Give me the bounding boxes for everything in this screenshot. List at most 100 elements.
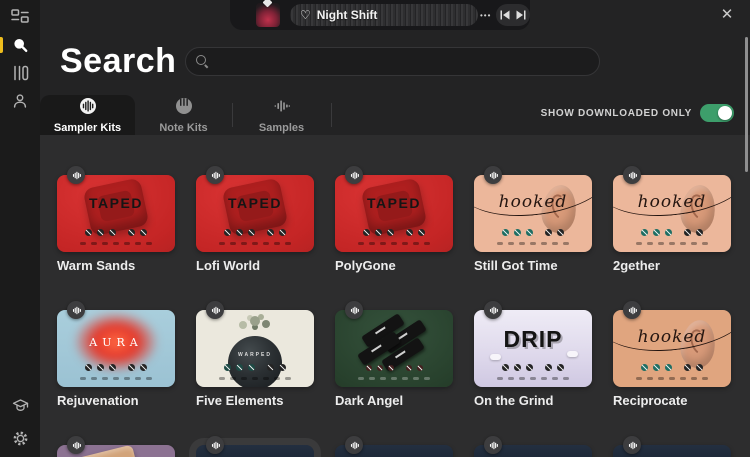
settings-gear-icon [12, 430, 29, 447]
sampler-kit-badge-icon [345, 436, 363, 454]
sidebar-item-library[interactable] [0, 59, 40, 87]
search-bar [185, 47, 600, 76]
artwork-text: TAPED [196, 195, 314, 211]
kit-tile[interactable]: AURA Rejuvenation [57, 301, 175, 409]
search-field-icon [196, 55, 209, 68]
sampler-kit-badge-icon [67, 301, 85, 319]
toggle-knob [718, 106, 732, 120]
sidebar-item-kits-browser[interactable] [0, 2, 40, 30]
tab-note-kits[interactable]: Note Kits [135, 95, 232, 135]
kit-tile[interactable] [196, 436, 314, 457]
kit-artwork: AURA [57, 310, 175, 387]
kit-tile[interactable]: TAPED PolyGone [335, 166, 453, 274]
kit-pads-graphic [335, 365, 453, 371]
kit-tile[interactable] [57, 436, 175, 457]
kit-pads-graphic [474, 364, 592, 371]
kit-mini-controls-graphic [335, 377, 453, 380]
kit-tile[interactable] [335, 436, 453, 457]
now-playing-pill[interactable]: ♡ Night Shift [290, 4, 478, 26]
tab-sampler-kits[interactable]: Sampler Kits [40, 95, 135, 135]
sidebar-item-search[interactable] [0, 31, 40, 59]
kit-tile[interactable] [474, 436, 592, 457]
artwork-shape [250, 316, 260, 326]
close-window-button[interactable]: ✕ [717, 5, 737, 25]
sampler-kit-badge-icon [484, 436, 502, 454]
tab-samples[interactable]: Samples [232, 95, 331, 135]
artwork-text: hooked [613, 192, 731, 212]
kit-artwork: hooked [613, 310, 731, 387]
learn-graduation-cap-icon [12, 398, 29, 413]
kit-tile[interactable]: TAPED Lofi World [196, 166, 314, 274]
downloaded-filter: SHOW DOWNLOADED ONLY [541, 104, 734, 122]
sampler-kit-badge-icon [484, 301, 502, 319]
kit-tile[interactable]: DRIP On the Grind [474, 301, 592, 409]
sampler-kit-icon [79, 97, 97, 120]
arcade-app-window: ♡ Night Shift ••• [0, 0, 750, 457]
profile-icon [12, 93, 28, 109]
page-header: ♡ Night Shift ••• [40, 0, 750, 135]
sampler-kit-badge-icon [345, 166, 363, 184]
kit-tile[interactable]: hooked Still Got Time [474, 166, 592, 274]
kit-artwork: hooked [613, 175, 731, 252]
artwork-shape [490, 354, 501, 360]
tab-label: Sampler Kits [54, 122, 121, 134]
note-kit-icon [175, 97, 193, 120]
kits-browser-icon [11, 8, 29, 24]
player-more-button[interactable]: ••• [480, 0, 491, 30]
kit-pads-graphic [196, 229, 314, 236]
kit-mini-controls-graphic [474, 242, 592, 245]
artwork-text: hooked [613, 327, 731, 347]
sidebar-item-learn[interactable] [0, 391, 40, 419]
kit-artwork: DRIP [474, 310, 592, 387]
sidebar [0, 0, 40, 457]
kit-mini-controls-graphic [196, 242, 314, 245]
kit-tile[interactable]: TAPED Warm Sands [57, 166, 175, 274]
sampler-kit-badge-icon [206, 436, 224, 454]
samples-waveform-icon [273, 97, 291, 120]
artwork-text: hooked [474, 192, 592, 212]
kit-tile[interactable]: hooked 2gether [613, 166, 731, 274]
tab-label: Samples [259, 122, 304, 134]
results-area: TAPED Warm Sands TAPED [40, 135, 750, 457]
kit-tile[interactable]: Dark Angel [335, 301, 453, 409]
kit-tile[interactable]: WARPED Five Elements [196, 301, 314, 409]
player-transport [496, 4, 530, 26]
artwork-text: DRIP [474, 326, 592, 353]
kit-pads-graphic [57, 364, 175, 371]
kit-title: On the Grind [474, 393, 592, 408]
sampler-kit-badge-icon [206, 301, 224, 319]
kit-pads-graphic [196, 364, 314, 371]
next-track-button[interactable] [516, 10, 526, 20]
kit-artwork: TAPED [196, 175, 314, 252]
kit-mini-controls-graphic [335, 242, 453, 245]
kit-tile[interactable] [613, 436, 731, 457]
artwork-text: WARPED [196, 352, 314, 358]
mini-player: ♡ Night Shift ••• [230, 0, 530, 30]
favorite-heart-icon[interactable]: ♡ [300, 9, 311, 21]
kit-title: Lofi World [196, 258, 314, 273]
kit-mini-controls-graphic [474, 377, 592, 380]
kit-pads-graphic [613, 364, 731, 371]
kit-mini-controls-graphic [613, 377, 731, 380]
previous-track-button[interactable] [500, 10, 510, 20]
kits-grid: TAPED Warm Sands TAPED [40, 135, 750, 457]
kit-artwork [335, 310, 453, 387]
kit-title: Five Elements [196, 393, 314, 408]
downloaded-only-toggle[interactable] [700, 104, 734, 122]
kit-artwork: hooked [474, 175, 592, 252]
kit-pads-graphic [57, 229, 175, 236]
library-columns-icon [12, 65, 29, 81]
sidebar-item-profile[interactable] [0, 87, 40, 115]
sampler-kit-badge-icon [67, 166, 85, 184]
search-icon [12, 37, 29, 54]
vertical-scrollbar[interactable] [745, 37, 748, 172]
artwork-text: TAPED [57, 195, 175, 211]
sidebar-item-settings[interactable] [0, 424, 40, 452]
kit-title: Reciprocate [613, 393, 731, 408]
artwork-text: TAPED [335, 195, 453, 211]
kit-artwork: TAPED [57, 175, 175, 252]
kit-tile[interactable]: hooked Reciprocate [613, 301, 731, 409]
kit-pads-graphic [613, 229, 731, 236]
search-input[interactable] [217, 54, 589, 69]
kit-title: Rejuvenation [57, 393, 175, 408]
